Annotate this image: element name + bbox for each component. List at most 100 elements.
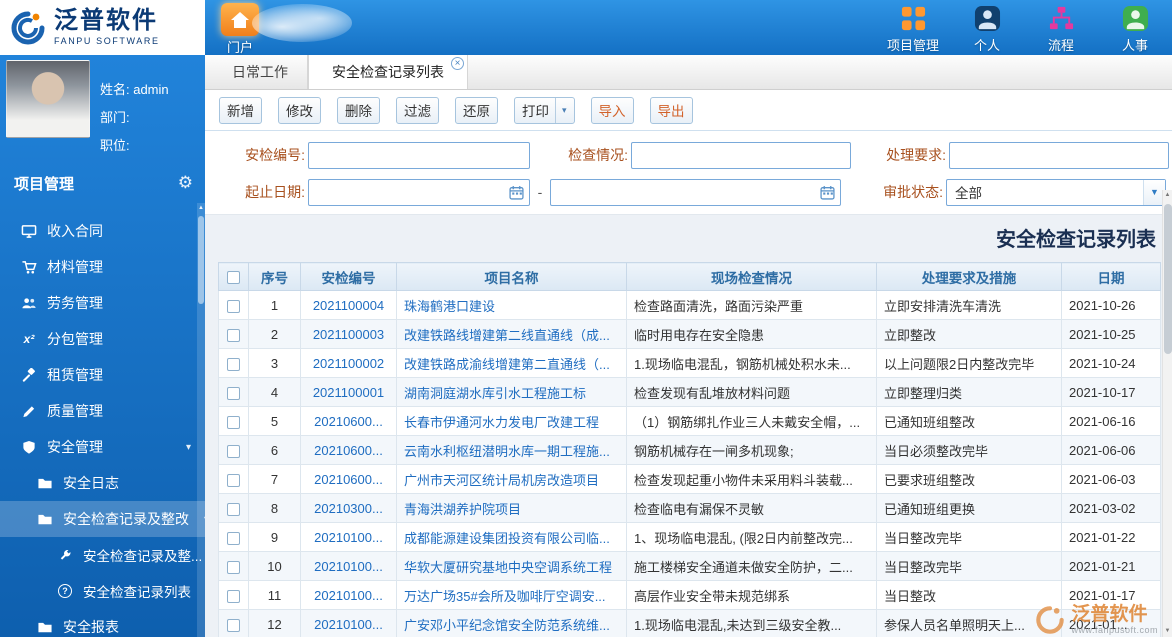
restore-button[interactable]: 还原	[455, 97, 498, 124]
table-row[interactable]: 1220210100...广安邓小平纪念馆安全防范系统维...1.现场临电混乱,…	[219, 610, 1161, 637]
close-icon[interactable]: ×	[451, 57, 464, 70]
modify-button[interactable]: 修改	[278, 97, 321, 124]
select-all-checkbox[interactable]	[227, 271, 240, 284]
sidebar-item-quality[interactable]: 质量管理	[0, 393, 205, 429]
table-row[interactable]: 42021100001湖南洞庭湖水库引水工程施工标检查发现有乱堆放材料问题立即整…	[219, 378, 1161, 407]
app-process[interactable]: 流程	[1030, 3, 1092, 54]
sidebar-item-safety-log[interactable]: 安全日志	[0, 465, 205, 501]
record-code-link[interactable]: 20210600...	[314, 414, 383, 429]
record-code-link[interactable]: 2021100004	[313, 298, 384, 313]
row-checkbox[interactable]	[227, 329, 240, 342]
table-row[interactable]: 720210600...广州市天河区统计局机房改造项目检查发现起重小物件未采用料…	[219, 465, 1161, 494]
print-button[interactable]: 打印 ▾	[514, 97, 575, 124]
project-name-link[interactable]: 万达广场35#会所及咖啡厅空调安...	[404, 589, 606, 604]
record-code-link[interactable]: 20210600...	[314, 443, 383, 458]
record-code-link[interactable]: 2021100003	[313, 327, 384, 342]
row-checkbox[interactable]	[227, 300, 240, 313]
project-name-link[interactable]: 广安邓小平纪念馆安全防范系统维...	[404, 618, 610, 633]
end-date-input[interactable]	[551, 180, 840, 205]
project-name-link[interactable]: 珠海鹤港口建设	[404, 299, 495, 314]
sidebar-item-safety[interactable]: 安全管理 ▾	[0, 429, 205, 465]
sidebar-item-safety-inspection-record[interactable]: 安全检查记录及整...	[0, 537, 205, 573]
sidebar-item-lease[interactable]: 租赁管理	[0, 357, 205, 393]
row-checkbox[interactable]	[227, 590, 240, 603]
scroll-down-icon[interactable]: ▼	[1163, 626, 1172, 637]
requirement-input[interactable]	[950, 143, 1168, 168]
project-name-link[interactable]: 改建铁路成渝线增建第二直通线（...	[404, 357, 610, 372]
record-code-link[interactable]: 2021100002	[313, 356, 384, 371]
record-code-link[interactable]: 20210100...	[314, 559, 383, 574]
add-button[interactable]: 新增	[219, 97, 262, 124]
table-row[interactable]: 1120210100...万达广场35#会所及咖啡厅空调安...高层作业安全带未…	[219, 581, 1161, 610]
project-name-link[interactable]: 华软大厦研究基地中央空调系统工程	[404, 560, 612, 575]
inspection-input[interactable]	[632, 143, 850, 168]
gear-icon[interactable]: ⚙	[178, 173, 193, 193]
start-date-input[interactable]	[309, 180, 529, 205]
table-row[interactable]: 32021100002改建铁路成渝线增建第二直通线（...1.现场临电混乱，钢筋…	[219, 349, 1161, 378]
project-name-link[interactable]: 青海洪湖养护院项目	[404, 502, 521, 517]
table-row[interactable]: 22021100003改建铁路线增建第二线直通线（成...临时用电存在安全隐患立…	[219, 320, 1161, 349]
sidebar-item-safety-inspection-rectify[interactable]: 安全检查记录及整改 ▾	[0, 501, 205, 537]
approval-status-select[interactable]: 全部 ▼	[946, 179, 1166, 206]
row-checkbox[interactable]	[227, 503, 240, 516]
project-name-link[interactable]: 成都能源建设集团投资有限公司临...	[404, 531, 610, 546]
app-hr[interactable]: 人事	[1104, 3, 1166, 54]
scrollbar-thumb[interactable]	[1164, 204, 1172, 354]
row-checkbox[interactable]	[227, 387, 240, 400]
table-row[interactable]: 820210300...青海洪湖养护院项目检查临电有漏保不灵敏已通知班组更换20…	[219, 494, 1161, 523]
app-project-management[interactable]: 项目管理	[882, 3, 944, 54]
record-code-link[interactable]: 20210100...	[314, 588, 383, 603]
sidebar-item-safety-report[interactable]: 安全报表	[0, 609, 205, 637]
filter-button[interactable]: 过滤	[396, 97, 439, 124]
sidebar-item-material[interactable]: 材料管理	[0, 249, 205, 285]
calendar-icon[interactable]	[509, 185, 524, 200]
row-checkbox[interactable]	[227, 474, 240, 487]
tab-daily-work[interactable]: 日常工作	[213, 55, 308, 89]
record-code-link[interactable]: 20210100...	[314, 530, 383, 545]
project-name-link[interactable]: 改建铁路线增建第二线直通线（成...	[404, 328, 610, 343]
table-row[interactable]: 920210100...成都能源建设集团投资有限公司临...1、现场临电混乱, …	[219, 523, 1161, 552]
record-code-link[interactable]: 2021100001	[313, 385, 384, 400]
header-project[interactable]: 项目名称	[397, 263, 627, 291]
row-checkbox[interactable]	[227, 619, 240, 632]
table-row[interactable]: 520210600...长春市伊通河水力发电厂改建工程（1）钢筋绑扎作业三人未戴…	[219, 407, 1161, 436]
project-name-link[interactable]: 云南水利枢纽潜明水库一期工程施...	[404, 444, 610, 459]
header-date[interactable]: 日期	[1062, 263, 1161, 291]
sidebar-item-safety-inspection-list[interactable]: ? 安全检查记录列表	[0, 573, 205, 609]
project-name-link[interactable]: 湖南洞庭湖水库引水工程施工标	[404, 386, 586, 401]
safety-code-input[interactable]	[309, 143, 529, 168]
scroll-up-icon[interactable]: ▲	[1163, 190, 1172, 201]
header-measure[interactable]: 处理要求及措施	[877, 263, 1062, 291]
delete-button[interactable]: 删除	[337, 97, 380, 124]
record-code-cell: 2021100001	[301, 378, 397, 407]
table-row[interactable]: 12021100004珠海鹤港口建设检查路面清洗，路面污染严重立即安排清洗车清洗…	[219, 291, 1161, 320]
record-code-link[interactable]: 20210600...	[314, 472, 383, 487]
vertical-scrollbar[interactable]: ▲ ▼	[1162, 190, 1172, 637]
row-checkbox[interactable]	[227, 416, 240, 429]
header-index[interactable]: 序号	[249, 263, 301, 291]
header-code[interactable]: 安检编号	[301, 263, 397, 291]
chevron-down-icon[interactable]: ▾	[555, 98, 567, 123]
export-button[interactable]: 导出	[650, 97, 693, 124]
app-personal[interactable]: 个人	[956, 3, 1018, 54]
sidebar-item-labor[interactable]: 劳务管理	[0, 285, 205, 321]
calendar-icon[interactable]	[820, 185, 835, 200]
project-name-link[interactable]: 长春市伊通河水力发电厂改建工程	[404, 415, 599, 430]
sidebar-scrollbar[interactable]: ▲	[197, 203, 205, 637]
project-name-link[interactable]: 广州市天河区统计局机房改造项目	[404, 473, 599, 488]
row-checkbox[interactable]	[227, 445, 240, 458]
sidebar-item-subcontract[interactable]: x² 分包管理	[0, 321, 205, 357]
sidebar-item-income-contract[interactable]: 收入合同	[0, 213, 205, 249]
row-checkbox[interactable]	[227, 561, 240, 574]
table-row[interactable]: 620210600...云南水利枢纽潜明水库一期工程施...钢筋机械存在一闸多机…	[219, 436, 1161, 465]
row-checkbox[interactable]	[227, 358, 240, 371]
import-button[interactable]: 导入	[591, 97, 634, 124]
record-code-link[interactable]: 20210300...	[314, 501, 383, 516]
record-code-link[interactable]: 20210100...	[314, 617, 383, 632]
table-row[interactable]: 1020210100...华软大厦研究基地中央空调系统工程施工楼梯安全通道未做安…	[219, 552, 1161, 581]
scroll-up-icon[interactable]: ▲	[197, 203, 205, 214]
sidebar-scrollbar-thumb[interactable]	[198, 216, 204, 304]
header-inspection[interactable]: 现场检查情况	[627, 263, 877, 291]
tab-safety-inspection-list[interactable]: 安全检查记录列表 ×	[308, 55, 468, 89]
row-checkbox[interactable]	[227, 532, 240, 545]
